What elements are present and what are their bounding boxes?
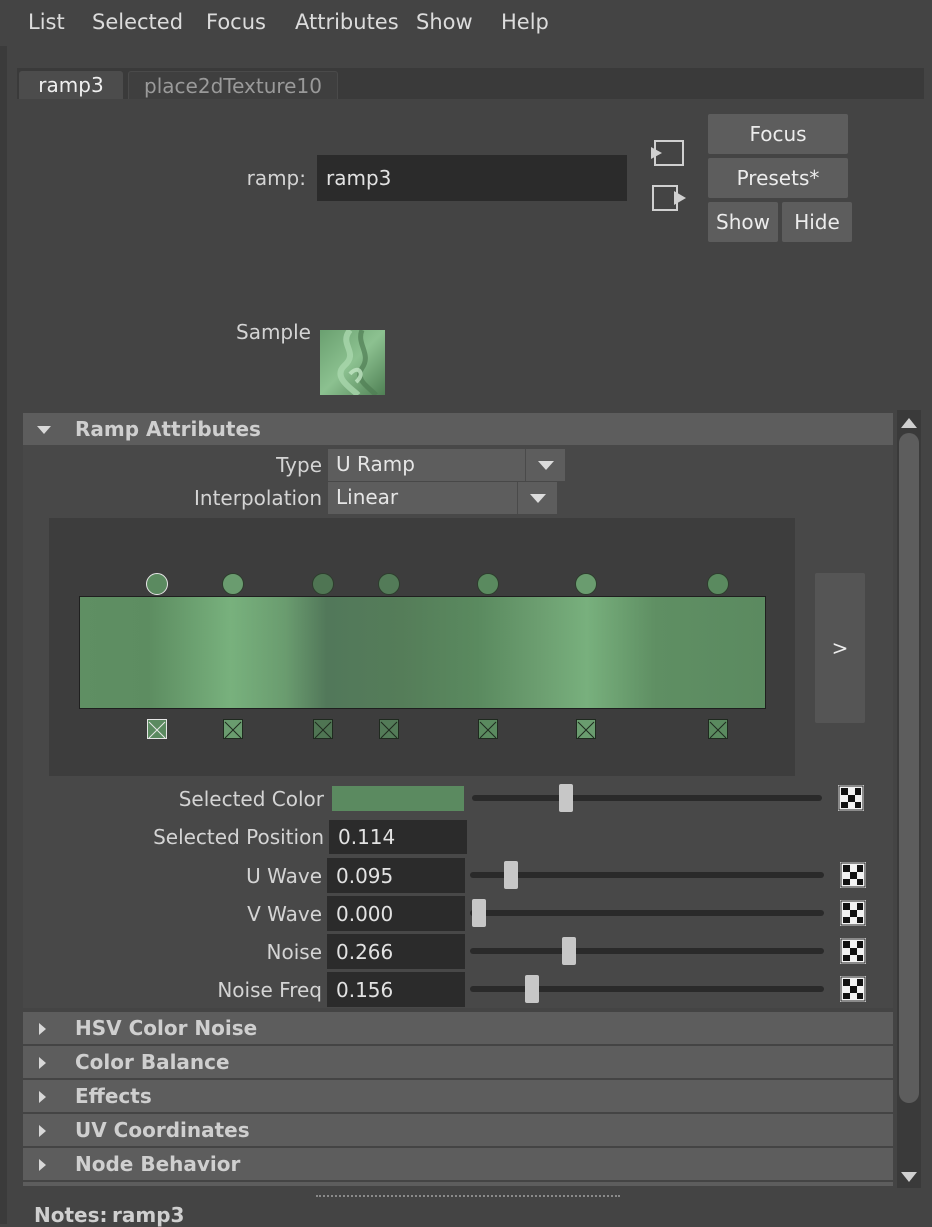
- scroll-down-icon[interactable]: [899, 1166, 919, 1182]
- noise-label: Noise: [266, 940, 322, 964]
- section-title: Node Behavior: [75, 1152, 241, 1176]
- ramp-delete-marker[interactable]: [576, 719, 596, 739]
- ramp-gradient-bar[interactable]: [79, 596, 766, 709]
- section-effects[interactable]: Effects: [23, 1080, 893, 1112]
- map-texture-icon[interactable]: [840, 862, 866, 888]
- collapsed-arrow-icon: [39, 1159, 46, 1171]
- v-wave-slider-track[interactable]: [470, 910, 824, 916]
- menu-list[interactable]: List: [28, 10, 65, 34]
- notes-label: Notes:: [34, 1203, 108, 1227]
- ramp-color-marker[interactable]: [222, 573, 244, 595]
- window-edge: [0, 0, 7, 1224]
- section-title: Color Balance: [75, 1050, 230, 1074]
- tab-ramp3[interactable]: ramp3: [19, 71, 123, 99]
- chevron-down-icon: [538, 461, 554, 470]
- menu-bar: List Selected Focus Attributes Show Help: [0, 0, 932, 46]
- presets-button[interactable]: Presets*: [708, 158, 848, 198]
- noise-freq-field[interactable]: [327, 972, 465, 1007]
- noise-field[interactable]: [327, 934, 465, 969]
- tab-strip: ramp3 place2dTexture10: [17, 68, 924, 99]
- menu-focus[interactable]: Focus: [206, 10, 266, 34]
- collapsed-arrow-icon: [39, 1125, 46, 1137]
- chevron-down-icon: [530, 494, 546, 503]
- selected-position-label: Selected Position: [153, 825, 324, 849]
- v-wave-field[interactable]: [327, 896, 465, 931]
- section-color-balance[interactable]: Color Balance: [23, 1046, 893, 1078]
- ramp-color-marker[interactable]: [707, 573, 729, 595]
- ramp-attributes-title: Ramp Attributes: [75, 417, 261, 441]
- scrollbar-thumb[interactable]: [899, 433, 919, 1103]
- type-value: U Ramp: [336, 452, 415, 476]
- interpolation-label: Interpolation: [194, 486, 322, 510]
- ramp-color-marker[interactable]: [146, 573, 168, 595]
- menu-selected[interactable]: Selected: [92, 10, 183, 34]
- menu-show[interactable]: Show: [416, 10, 473, 34]
- input-connections-icon[interactable]: [650, 139, 686, 169]
- menu-attributes[interactable]: Attributes: [295, 10, 399, 34]
- collapsed-arrow-icon: [39, 1023, 46, 1035]
- ramp-color-marker[interactable]: [575, 573, 597, 595]
- interpolation-value: Linear: [336, 485, 399, 509]
- node-name-label: ramp:: [246, 166, 306, 190]
- ramp-delete-marker[interactable]: [223, 719, 243, 739]
- sample-swatch: [320, 328, 385, 398]
- noise-slider-track[interactable]: [470, 948, 824, 954]
- section-partial: [23, 1182, 893, 1186]
- u-wave-slider-thumb[interactable]: [504, 861, 519, 889]
- notes-value[interactable]: ramp3: [112, 1203, 184, 1227]
- ramp-delete-marker[interactable]: [478, 719, 498, 739]
- u-wave-label: U Wave: [246, 864, 322, 888]
- section-title: Effects: [75, 1084, 152, 1108]
- map-texture-icon[interactable]: [840, 976, 866, 1002]
- menu-help[interactable]: Help: [501, 10, 549, 34]
- selected-color-slider-thumb[interactable]: [559, 784, 574, 812]
- v-wave-slider-thumb[interactable]: [472, 899, 486, 927]
- v-wave-label: V Wave: [247, 902, 322, 926]
- noise-freq-slider-thumb[interactable]: [525, 975, 540, 1003]
- collapsed-arrow-icon: [39, 1057, 46, 1069]
- output-connections-icon[interactable]: [650, 183, 688, 213]
- section-title: HSV Color Noise: [75, 1016, 258, 1040]
- ramp-color-marker[interactable]: [312, 573, 334, 595]
- notes-splitter-handle[interactable]: [316, 1195, 620, 1197]
- type-dropdown[interactable]: U Ramp: [328, 449, 565, 481]
- collapsed-arrow-icon: [39, 1091, 46, 1103]
- ramp-delete-marker[interactable]: [147, 719, 167, 739]
- section-uv-coordinates[interactable]: UV Coordinates: [23, 1114, 893, 1146]
- selected-color-slider-track[interactable]: [472, 795, 822, 801]
- ramp-attributes-header[interactable]: Ramp Attributes: [23, 413, 893, 445]
- node-name-field[interactable]: [317, 155, 627, 201]
- map-texture-icon[interactable]: [840, 938, 866, 964]
- focus-button[interactable]: Focus: [708, 114, 848, 154]
- u-wave-slider-track[interactable]: [470, 872, 824, 878]
- ramp-color-marker[interactable]: [378, 573, 400, 595]
- ramp-delete-marker[interactable]: [379, 719, 399, 739]
- section-hsv-color-noise[interactable]: HSV Color Noise: [23, 1012, 893, 1044]
- noise-slider-thumb[interactable]: [562, 937, 577, 965]
- section-node-behavior[interactable]: Node Behavior: [23, 1148, 893, 1180]
- interpolation-dropdown[interactable]: Linear: [328, 482, 557, 514]
- type-label: Type: [276, 453, 322, 477]
- noise-freq-label: Noise Freq: [217, 978, 322, 1002]
- expanded-arrow-icon: [37, 426, 51, 434]
- ramp-delete-marker[interactable]: [708, 719, 728, 739]
- selected-color-label: Selected Color: [178, 787, 324, 811]
- u-wave-field[interactable]: [327, 858, 465, 893]
- tab-place2dtexture10[interactable]: place2dTexture10: [128, 71, 338, 99]
- ramp-delete-marker[interactable]: [313, 719, 333, 739]
- sample-label: Sample: [236, 320, 311, 344]
- map-texture-icon[interactable]: [840, 900, 866, 926]
- scroll-up-icon[interactable]: [899, 412, 919, 428]
- show-button[interactable]: Show: [708, 202, 778, 242]
- ramp-color-marker[interactable]: [477, 573, 499, 595]
- expand-ramp-button[interactable]: >: [815, 573, 865, 723]
- hide-button[interactable]: Hide: [782, 202, 852, 242]
- section-title: UV Coordinates: [75, 1118, 250, 1142]
- selected-position-field[interactable]: [329, 820, 467, 854]
- noise-freq-slider-track[interactable]: [470, 986, 824, 992]
- map-texture-icon[interactable]: [838, 785, 864, 811]
- selected-color-swatch[interactable]: [332, 786, 464, 811]
